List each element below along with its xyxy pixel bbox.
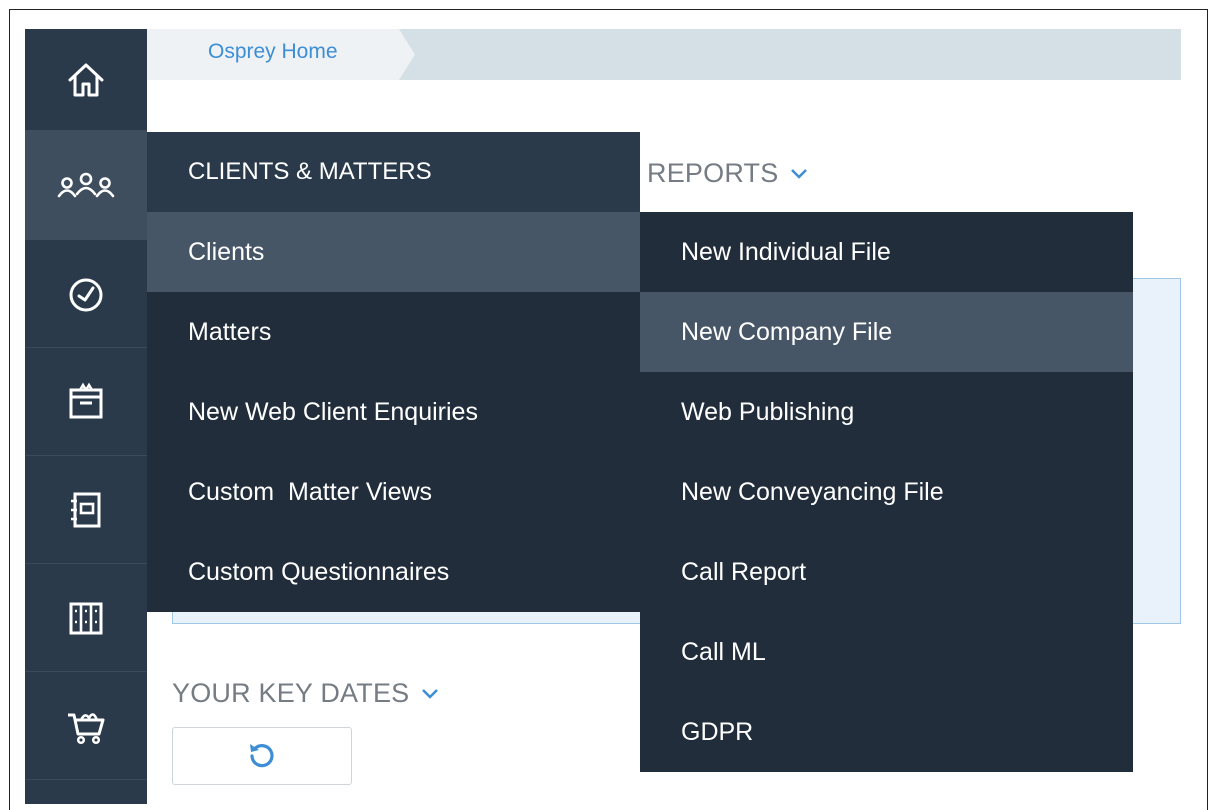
calendar-icon — [69, 382, 103, 418]
key-dates-section-title[interactable]: YOUR KEY DATES — [172, 678, 439, 709]
rail-item-home[interactable] — [25, 29, 147, 130]
rail-item-library[interactable] — [25, 563, 147, 671]
rail-item-more[interactable] — [25, 779, 147, 804]
menu-item-matters[interactable]: Matters — [147, 292, 640, 372]
timer-icon — [69, 278, 103, 311]
home-icon — [68, 63, 104, 96]
reports-title-text: REPORTS — [647, 158, 779, 188]
icon-rail — [25, 29, 147, 804]
refresh-button[interactable] — [172, 727, 352, 785]
rail-item-address-book[interactable] — [25, 455, 147, 563]
submenu-item-call-ml[interactable]: Call ML — [640, 612, 1133, 692]
library-icon — [69, 602, 103, 634]
rail-item-cart[interactable] — [25, 671, 147, 779]
breadcrumb-home-label[interactable]: Osprey Home — [208, 40, 338, 64]
refresh-icon — [250, 744, 274, 768]
chevron-down-icon — [422, 688, 439, 699]
rail-item-calendar[interactable] — [25, 347, 147, 455]
chevron-down-icon — [791, 168, 808, 179]
breadcrumb-home[interactable]: Osprey Home — [147, 29, 415, 80]
submenu-item-gdpr[interactable]: GDPR — [640, 692, 1133, 772]
submenu-item-new-company-file[interactable]: New Company File — [640, 292, 1133, 372]
menu-header: CLIENTS & MATTERS — [147, 132, 640, 212]
clients-submenu: New Individual File New Company File Web… — [640, 212, 1133, 772]
address-book-icon — [71, 492, 101, 527]
clients-icon — [57, 172, 115, 198]
cart-icon — [68, 712, 105, 744]
submenu-item-web-publishing[interactable]: Web Publishing — [640, 372, 1133, 452]
menu-item-custom-questionnaires[interactable]: Custom Questionnaires — [147, 532, 640, 612]
rail-item-clients[interactable] — [25, 130, 147, 240]
key-dates-title-text: YOUR KEY DATES — [172, 678, 410, 708]
clients-matters-menu: CLIENTS & MATTERS Clients Matters New We… — [147, 132, 640, 612]
menu-item-clients[interactable]: Clients — [147, 212, 640, 292]
reports-section-title[interactable]: REPORTS — [647, 158, 808, 189]
menu-item-custom-matter-views[interactable]: Custom Matter Views — [147, 452, 640, 532]
rail-item-time[interactable] — [25, 240, 147, 347]
submenu-item-new-individual-file[interactable]: New Individual File — [640, 212, 1133, 292]
submenu-item-call-report[interactable]: Call Report — [640, 532, 1133, 612]
breadcrumb: Osprey Home — [147, 29, 1181, 80]
menu-item-web-client-enquiries[interactable]: New Web Client Enquiries — [147, 372, 640, 452]
submenu-item-new-conveyancing-file[interactable]: New Conveyancing File — [640, 452, 1133, 532]
